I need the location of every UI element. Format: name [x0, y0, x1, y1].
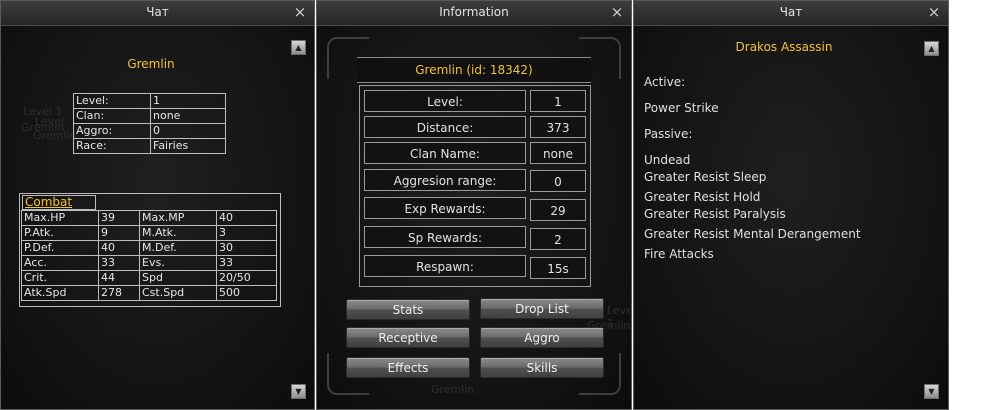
stat-value: 33: [216, 255, 277, 271]
stat-label: Evs.: [139, 255, 217, 271]
stat-label: Acc.: [21, 255, 99, 271]
skill-section-label: Passive:: [644, 127, 693, 141]
table-row: Acc. 33 Evs. 33: [21, 255, 277, 271]
stat-value: 44: [98, 270, 140, 286]
info-label: Respawn:: [364, 255, 526, 277]
combat-header-label: Combat: [25, 195, 73, 209]
title-bar[interactable]: Information ×: [317, 1, 631, 26]
stat-value: 33: [98, 255, 140, 271]
stat-label: Max.HP: [21, 210, 99, 226]
info-value: none: [530, 142, 586, 164]
skill-item: Greater Resist Sleep: [644, 170, 767, 184]
stat-label: P.Def.: [21, 240, 99, 256]
stat-label: Spd: [139, 270, 217, 286]
skill-item: Power Strike: [644, 101, 719, 115]
skill-item: Greater Resist Mental Derangement: [644, 227, 861, 241]
skills-button[interactable]: Skills: [480, 357, 604, 378]
info-value: none: [150, 108, 226, 124]
effects-button[interactable]: Effects: [346, 357, 470, 378]
table-row: Crit. 44 Spd 20/50: [21, 270, 277, 286]
title-bar[interactable]: Чат ×: [634, 1, 948, 26]
skill-item: Fire Attacks: [644, 247, 714, 261]
table-row: P.Atk. 9 M.Atk. 3: [21, 225, 277, 241]
info-label: Distance:: [364, 116, 526, 138]
aggro-button[interactable]: Aggro: [480, 327, 604, 348]
info-label: Race:: [73, 138, 151, 154]
stat-label: M.Atk.: [139, 225, 217, 241]
table-row: Race: Fairies: [73, 138, 226, 154]
stat-value: 3: [216, 225, 277, 241]
info-table: Level: 1 Clan: none Aggro: 0 Race: Fairi…: [73, 93, 226, 154]
monster-header-label: Gremlin (id: 18342): [415, 63, 533, 77]
stat-label: Cst.Spd: [139, 285, 217, 301]
skill-section-label: Active:: [644, 75, 686, 89]
info-value: Fairies: [150, 138, 226, 154]
stat-value: 40: [98, 240, 140, 256]
ghost-text: Gremlin: [33, 129, 77, 142]
stat-value: 30: [216, 240, 277, 256]
information-window: Information × Level 1 Gremlin Gremlin Gr…: [316, 0, 632, 410]
info-value: 1: [150, 93, 226, 109]
table-row: Atk.Spd 278 Cst.Spd 500: [21, 285, 277, 301]
combat-table-frame: Combat Max.HP 39 Max.MP 40 P.Atk. 9 M.At…: [19, 193, 281, 307]
info-label: Sp Rewards:: [364, 226, 526, 248]
close-icon[interactable]: ×: [609, 3, 625, 21]
table-row: Max.HP 39 Max.MP 40: [21, 210, 277, 226]
drop-list-button[interactable]: Drop List: [480, 298, 604, 319]
info-label: Exp Rewards:: [364, 197, 526, 219]
info-value: 1: [530, 90, 586, 112]
window-title: Information: [439, 5, 509, 19]
combat-header[interactable]: Combat: [22, 195, 96, 210]
stat-label: Max.MP: [139, 210, 217, 226]
table-row: Clan: none: [73, 108, 226, 124]
info-value: 373: [530, 116, 586, 138]
monster-name: Drakos Assassin: [735, 40, 833, 54]
info-value: 2: [530, 228, 586, 250]
stat-value: 9: [98, 225, 140, 241]
stat-value: 39: [98, 210, 140, 226]
stat-label: P.Atk.: [21, 225, 99, 241]
table-row: Level: 1: [73, 93, 226, 109]
skill-item: Undead: [644, 153, 691, 167]
skill-item: Greater Resist Hold: [644, 190, 761, 204]
info-value: 0: [530, 170, 586, 192]
stat-value: 278: [98, 285, 140, 301]
combat-table: Max.HP 39 Max.MP 40 P.Atk. 9 M.Atk. 3 P.…: [21, 210, 277, 301]
table-row: Aggro: 0: [73, 123, 226, 139]
info-label: Aggro:: [73, 123, 151, 139]
window-title: Чат: [146, 5, 169, 19]
ghost-text: Gremlin: [431, 383, 475, 396]
chat-window-right: Чат × ▲ ▼ Drakos Assassin Active: Power …: [633, 0, 949, 410]
stat-label: Crit.: [21, 270, 99, 286]
scroll-down-icon[interactable]: ▼: [924, 384, 939, 399]
scroll-up-icon[interactable]: ▲: [291, 40, 306, 55]
info-label: Clan Name:: [364, 142, 526, 164]
info-value: 29: [530, 199, 586, 221]
table-row: P.Def. 40 M.Def. 30: [21, 240, 277, 256]
info-label: Aggresion range:: [364, 169, 526, 191]
stat-value: 500: [216, 285, 277, 301]
stats-button[interactable]: Stats: [346, 299, 470, 320]
chat-window-left: Чат × ▲ ▼ Level 1 Level Gremlin Gremlin …: [0, 0, 315, 410]
info-label: Level:: [364, 90, 526, 112]
monster-name: Gremlin: [127, 57, 175, 71]
stat-label: Atk.Spd: [21, 285, 99, 301]
stat-value: 40: [216, 210, 277, 226]
skill-item: Greater Resist Paralysis: [644, 207, 786, 221]
info-value: 0: [150, 123, 226, 139]
close-icon[interactable]: ×: [292, 3, 308, 21]
info-grid: Level: 1 Distance: 373 Clan Name: none A…: [359, 85, 591, 287]
info-label: Level:: [73, 93, 151, 109]
receptive-button[interactable]: Receptive: [346, 327, 470, 348]
info-value: 15s: [530, 257, 586, 279]
stat-value: 20/50: [216, 270, 277, 286]
monster-header: Gremlin (id: 18342): [357, 57, 591, 83]
stat-label: M.Def.: [139, 240, 217, 256]
title-bar[interactable]: Чат ×: [1, 1, 314, 26]
close-icon[interactable]: ×: [926, 3, 942, 21]
window-title: Чат: [779, 5, 803, 19]
info-label: Clan:: [73, 108, 151, 124]
scroll-down-icon[interactable]: ▼: [291, 384, 306, 399]
